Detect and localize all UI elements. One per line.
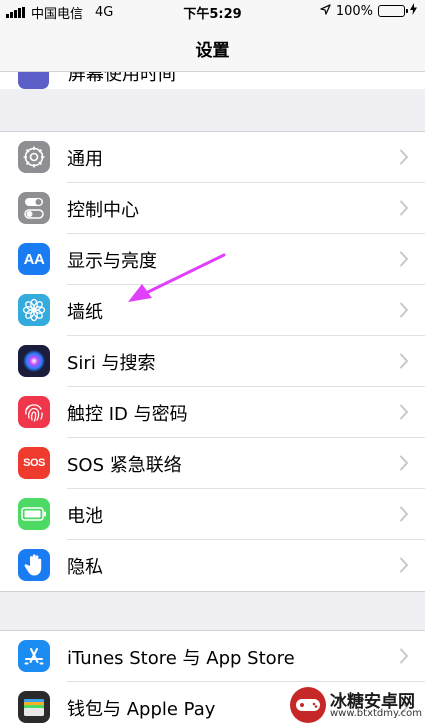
- settings-row-label: SOS 紧急联络: [67, 455, 182, 476]
- navigation-bar: 设置: [0, 22, 425, 72]
- settings-row[interactable]: AA 显示与亮度: [0, 234, 425, 285]
- watermark-url: www.btxtdmy.com: [330, 708, 423, 719]
- settings-row[interactable]: 通用: [0, 132, 425, 183]
- screen-time-icon: [18, 72, 49, 89]
- battery-icon: [18, 498, 50, 530]
- watermark: 冰糖安卓网 www.btxtdmy.com: [290, 683, 425, 726]
- settings-row-label: 触控 ID 与密码: [67, 404, 188, 425]
- settings-group-general: 通用控制中心 AA 显示与亮度墙纸 Siri 与搜索触控 ID 与密码 SOS SOS 紧…: [0, 131, 425, 592]
- charging-icon: [410, 3, 417, 19]
- chevron-right-icon: [399, 557, 409, 573]
- partially-visible-label: 屏幕使用时间: [68, 72, 176, 85]
- battery-icon: [378, 5, 408, 17]
- chevron-right-icon: [399, 251, 409, 267]
- status-bar: 中国电信 4G 下午5:29 100%: [0, 0, 425, 22]
- settings-row[interactable]: iTunes Store 与 App Store: [0, 631, 425, 682]
- battery-percent: 100%: [335, 3, 373, 19]
- chevron-right-icon: [399, 648, 409, 664]
- hand-icon: [18, 549, 50, 581]
- settings-row-label: Siri 与搜索: [67, 353, 156, 374]
- page-title: 设置: [195, 41, 230, 61]
- gear-icon: [18, 141, 50, 173]
- chevron-right-icon: [399, 149, 409, 165]
- settings-row-label: 钱包与 Apple Pay: [67, 699, 216, 720]
- settings-row[interactable]: 触控 ID 与密码: [0, 387, 425, 438]
- siri-icon: [18, 345, 50, 377]
- settings-row-label: 电池: [67, 506, 103, 527]
- flower-icon: [18, 294, 50, 326]
- chevron-right-icon: [399, 455, 409, 471]
- chevron-right-icon: [399, 302, 409, 318]
- chevron-right-icon: [399, 404, 409, 420]
- status-bar-right: 100%: [320, 3, 417, 19]
- sos-icon: SOS: [18, 447, 50, 479]
- settings-row-label: iTunes Store 与 App Store: [67, 648, 295, 669]
- settings-row[interactable]: SOS SOS 紧急联络: [0, 438, 425, 489]
- chevron-right-icon: [399, 353, 409, 369]
- app-store-icon: [18, 640, 50, 672]
- settings-row-label: 墙纸: [67, 302, 103, 323]
- chevron-right-icon: [399, 506, 409, 522]
- fingerprint-icon: [18, 396, 50, 428]
- watermark-logo: [290, 687, 326, 723]
- settings-row[interactable]: 控制中心: [0, 183, 425, 234]
- chevron-right-icon: [399, 200, 409, 216]
- settings-row-label: 隐私: [67, 557, 103, 578]
- settings-row[interactable]: 墙纸: [0, 285, 425, 336]
- settings-row-label: 显示与亮度: [67, 251, 157, 272]
- wallet-icon: [18, 691, 50, 723]
- settings-row[interactable]: 隐私: [0, 540, 425, 591]
- location-icon: [320, 3, 331, 19]
- settings-row[interactable]: Siri 与搜索: [0, 336, 425, 387]
- toggles-icon: [18, 192, 50, 224]
- settings-row-label: 控制中心: [67, 200, 139, 221]
- partially-visible-row[interactable]: 屏幕使用时间: [0, 72, 425, 89]
- settings-row-label: 通用: [67, 149, 103, 170]
- aa-icon: AA: [18, 243, 50, 275]
- settings-row[interactable]: 电池: [0, 489, 425, 540]
